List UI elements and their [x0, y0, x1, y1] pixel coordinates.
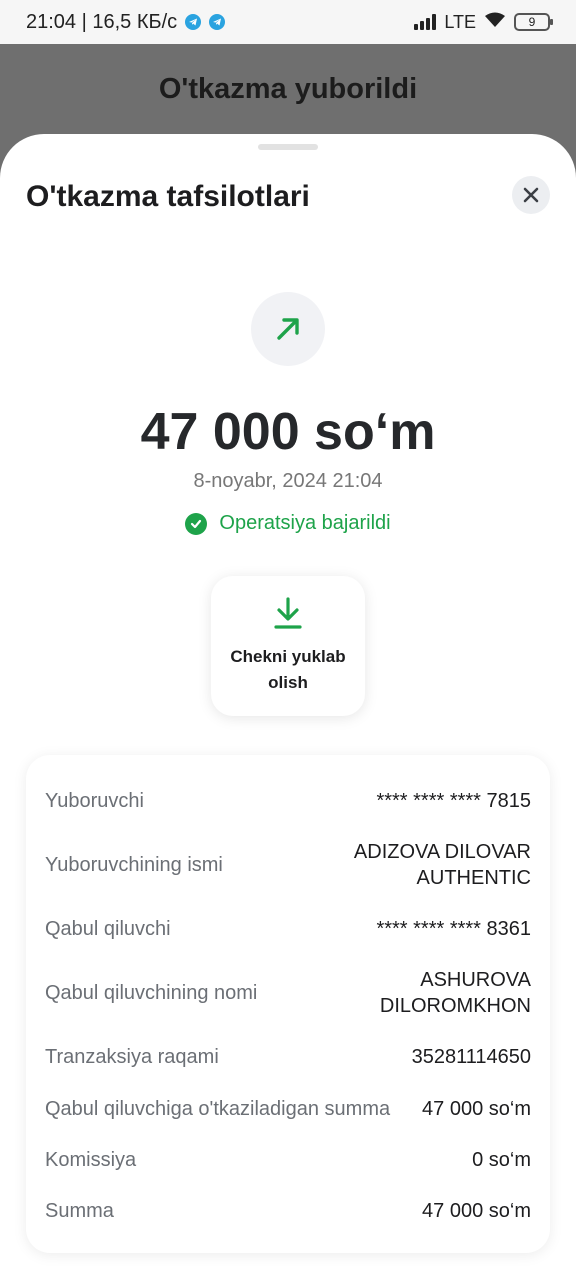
- detail-value: **** **** **** 8361: [376, 918, 531, 940]
- download-receipt-label: Chekni yuklab olish: [230, 647, 346, 692]
- download-receipt-button[interactable]: Chekni yuklab olish: [211, 576, 365, 716]
- detail-value: 47 000 so‘m: [422, 1098, 531, 1120]
- detail-row-sender-card: Yuboruvchi **** **** **** 7815: [45, 783, 531, 819]
- detail-row-recipient-name: Qabul qiluvchining nomi ASHUROVA DILOROM…: [45, 965, 531, 1021]
- battery-level: 9: [528, 15, 536, 29]
- detail-label: Qabul qiluvchi: [45, 917, 171, 940]
- detail-label: Tranzaksiya raqami: [45, 1045, 219, 1068]
- detail-row-recipient-amount: Qabul qiluvchiga o'tkaziladigan summa 47…: [45, 1091, 531, 1127]
- status-time-speed: 21:04 | 16,5 КБ/с: [26, 10, 178, 33]
- detail-row-transaction-id: Tranzaksiya raqami 35281114650: [45, 1039, 531, 1075]
- network-type: LTE: [444, 11, 476, 32]
- detail-value: 47 000 so‘m: [422, 1200, 531, 1222]
- detail-row-commission: Komissiya 0 so‘m: [45, 1142, 531, 1178]
- sheet-title: O'tkazma tafsilotlari: [26, 180, 310, 213]
- status-left: 21:04 | 16,5 КБ/с: [26, 10, 226, 34]
- details-sheet: O'tkazma tafsilotlari 47 000 so‘m 8-noya…: [0, 134, 576, 1280]
- status-bar: 21:04 | 16,5 КБ/с LTE 9: [0, 0, 576, 44]
- detail-value: 35281114650: [411, 1046, 531, 1068]
- details-card: Yuboruvchi **** **** **** 7815 Yuboruvch…: [26, 755, 550, 1253]
- detail-row-recipient-card: Qabul qiluvchi **** **** **** 8361: [45, 911, 531, 947]
- detail-label: Qabul qiluvchiga o'tkaziladigan summa: [45, 1097, 391, 1120]
- transfer-datetime: 8-noyabr, 2024 21:04: [193, 470, 383, 492]
- detail-label: Yuboruvchi: [45, 789, 144, 812]
- detail-label: Komissiya: [45, 1148, 137, 1171]
- check-circle-icon: [185, 512, 208, 535]
- transfer-amount: 47 000 so‘m: [140, 403, 436, 461]
- detail-label: Qabul qiluvchining nomi: [45, 981, 258, 1004]
- backdrop-title: O'tkazma yuborildi: [158, 72, 418, 105]
- detail-label: Yuboruvchining ismi: [45, 853, 223, 876]
- detail-label: Summa: [45, 1199, 114, 1222]
- detail-value: ADIZOVA DILOVAR AUTHENTIC: [353, 841, 531, 889]
- detail-value: ASHUROVA DILOROMKHON: [379, 969, 531, 1017]
- telegram-icon: [185, 14, 202, 30]
- close-icon: [523, 187, 539, 203]
- arrow-up-right-icon: [277, 318, 299, 340]
- detail-value: 0 so‘m: [472, 1149, 531, 1171]
- battery-icon: 9: [514, 13, 553, 31]
- wifi-icon: [484, 11, 506, 34]
- status-text: Operatsiya bajarildi: [219, 512, 391, 534]
- detail-value: **** **** **** 7815: [376, 790, 531, 812]
- detail-row-sender-name: Yuboruvchining ismi ADIZOVA DILOVAR AUTH…: [45, 837, 531, 893]
- telegram-icon: [209, 14, 226, 30]
- transfer-type-badge: [251, 292, 325, 366]
- download-icon: [274, 597, 302, 629]
- status-badge: Operatsiya bajarildi: [0, 512, 576, 535]
- close-button[interactable]: [512, 176, 550, 214]
- signal-icon: [414, 14, 437, 30]
- status-right: LTE 9: [414, 11, 553, 34]
- sheet-grabber[interactable]: [258, 144, 318, 150]
- detail-row-total: Summa 47 000 so‘m: [45, 1193, 531, 1229]
